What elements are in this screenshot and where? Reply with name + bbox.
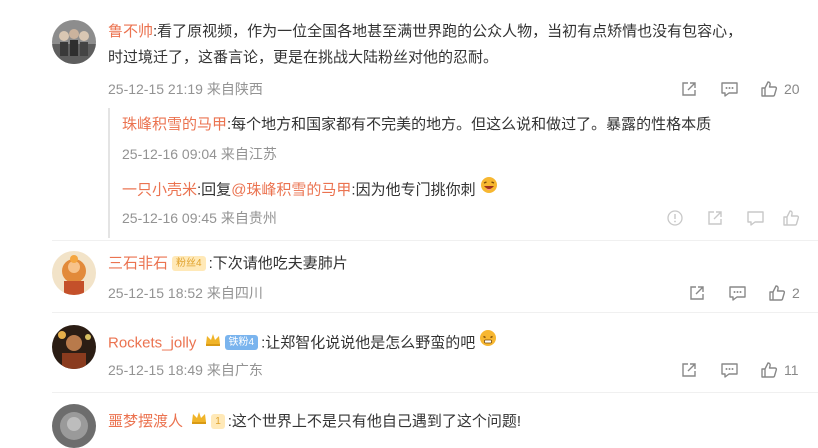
crown-icon — [205, 331, 221, 355]
divider — [52, 312, 818, 313]
comment-icon[interactable] — [728, 283, 747, 303]
reply-list: 珠峰积雪的马甲:每个地方和国家都有不完美的地方。但这么说和做过了。暴露的性格本质… — [108, 108, 818, 238]
comment-text: 三石非石 粉丝4:下次请他吃夫妻肺片 — [108, 252, 348, 276]
like-button[interactable]: 2 — [768, 283, 800, 303]
comment-text: 鲁不帅:看了原视频，作为一位全国各地甚至满世界跑的公众人物，当初有点矫情也没有包… — [108, 20, 742, 44]
location: 来自四川 — [206, 285, 263, 301]
reply-meta: 25-12-16 09:04 来自江苏 — [122, 144, 277, 164]
reply-text: 珠峰积雪的马甲:每个地方和国家都有不完美的地方。但这么说和做过了。暴露的性格本质 — [122, 113, 711, 137]
share-icon[interactable] — [706, 208, 724, 228]
comment-body: :让郑智化说说他是怎么野蛮的吧 — [261, 334, 476, 352]
wince-emoji-icon — [479, 329, 497, 355]
share-icon[interactable] — [680, 360, 698, 380]
location: 来自广东 — [206, 362, 263, 378]
like-count: 11 — [784, 362, 799, 378]
like-button[interactable]: 20 — [760, 79, 800, 99]
like-icon — [761, 81, 778, 97]
crown-icon — [191, 409, 207, 433]
comment-actions: 2 — [688, 283, 813, 303]
comment-text-continued: 时过境迁了，这番言论，更是在挑战大陆粉丝对他的忍耐。 — [108, 49, 499, 66]
like-icon — [769, 285, 786, 301]
comment-text: 噩梦摆渡人 1:这个世界上不是只有他自己遇到了这个问题! — [108, 409, 521, 435]
username-link[interactable]: 珠峰积雪的马甲 — [122, 116, 227, 133]
mention-link[interactable]: @珠峰积雪的马甲 — [231, 181, 351, 198]
username-link[interactable]: 三石非石 — [108, 255, 168, 272]
laughing-emoji-icon — [480, 176, 498, 202]
avatar[interactable] — [52, 20, 96, 64]
comment-body: :这个世界上不是只有他自己遇到了这个问题! — [227, 412, 522, 430]
avatar[interactable] — [52, 404, 96, 448]
divider — [52, 392, 818, 393]
reply-body: :因为他专门挑你刺 — [351, 181, 476, 199]
username-link[interactable]: 噩梦摆渡人 — [108, 413, 183, 430]
location: 来自陕西 — [206, 81, 263, 97]
comment-text: Rockets_jolly 铁粉4:让郑智化说说他是怎么野蛮的吧 — [108, 329, 497, 358]
location: 来自江苏 — [220, 146, 277, 162]
comment-body: :下次请他吃夫妻肺片 — [208, 255, 348, 272]
comment-meta: 25-12-15 18:52 来自四川 — [108, 283, 263, 303]
reply-prefix: :回复 — [197, 181, 232, 199]
share-icon[interactable] — [688, 283, 706, 303]
reply-meta: 25-12-16 09:45 来自贵州 — [122, 208, 277, 228]
comment-actions: 20 — [680, 79, 810, 99]
like-icon[interactable] — [782, 208, 800, 228]
like-button[interactable]: 11 — [760, 360, 799, 380]
location: 来自贵州 — [220, 210, 277, 226]
fan-badge[interactable]: 1 — [211, 413, 225, 429]
timestamp: 25-12-15 21:19 — [108, 81, 203, 97]
comment-body: :看了原视频，作为一位全国各地甚至满世界跑的公众人物，当初有点矫情也没有包容心， — [153, 23, 743, 40]
username-link[interactable]: 一只小壳米 — [122, 181, 197, 198]
username-link[interactable]: Rockets_jolly — [108, 334, 196, 351]
comment-actions: 11 — [680, 360, 810, 380]
divider — [52, 240, 818, 241]
iron-fan-badge[interactable]: 铁粉4 — [224, 335, 259, 350]
fan-badge[interactable]: 粉丝4 — [172, 255, 206, 271]
timestamp: 25-12-16 09:45 — [122, 210, 217, 226]
comment-icon[interactable] — [746, 208, 765, 228]
reply-text: 一只小壳米:回复@珠峰积雪的马甲:因为他专门挑你刺 — [122, 176, 498, 205]
comment-icon[interactable] — [720, 79, 739, 99]
timestamp: 25-12-15 18:52 — [108, 285, 203, 301]
username-link[interactable]: 鲁不帅 — [108, 23, 153, 40]
report-icon[interactable] — [666, 208, 684, 228]
avatar[interactable] — [52, 251, 96, 295]
avatar[interactable] — [52, 325, 96, 369]
comment-meta: 25-12-15 18:49 来自广东 — [108, 360, 263, 380]
reply-actions — [666, 208, 806, 228]
like-count: 2 — [792, 285, 800, 301]
timestamp: 25-12-16 09:04 — [122, 146, 217, 162]
comment-meta: 25-12-15 21:19 来自陕西 — [108, 79, 263, 99]
share-icon[interactable] — [680, 79, 698, 99]
comment-icon[interactable] — [720, 360, 739, 380]
like-count: 20 — [784, 81, 800, 97]
timestamp: 25-12-15 18:49 — [108, 362, 203, 378]
like-icon — [761, 362, 778, 378]
reply-body: :每个地方和国家都有不完美的地方。但这么说和做过了。暴露的性格本质 — [227, 116, 712, 133]
